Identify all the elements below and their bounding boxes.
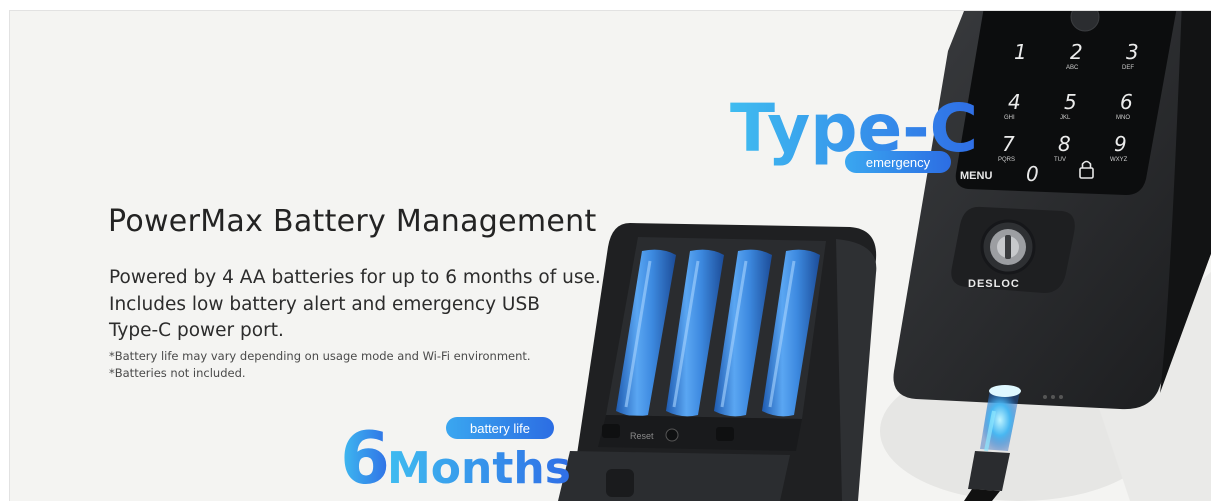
key-2[interactable]: 2 [1070,40,1083,64]
product-scene: Reset 1 2ABC3DEF4GHI5JKL6MNO7PQRS8TUV9WXY… [340,11,1211,501]
reset-label: Reset [630,431,654,441]
key-0[interactable]: 0 [1026,162,1039,186]
product-banner: Reset 1 2 ABC 3 DEF 4 GHI 5 JKL 6 MNO 7 PQRS 8 TUV 9 WXY… [9,10,1211,501]
key-letters: MNO [1116,115,1130,121]
months-callout: 6 Months battery life [340,416,571,500]
key-3[interactable]: 3 [1126,40,1139,64]
feature-description: Powered by 4 AA batteries for up to 6 mo… [109,265,601,345]
key-5[interactable]: 5 [1064,90,1077,114]
months-word: Months [387,443,571,494]
footnotes: *Battery life may vary depending on usag… [109,348,531,381]
key-letters: ABC [1066,65,1079,71]
key-letters: TUV [1054,157,1066,163]
key-letters: GHI [1004,115,1015,121]
description-line: Powered by 4 AA batteries for up to 6 mo… [109,267,601,288]
months-badge: battery life [470,421,530,436]
type-c-badge: emergency [866,155,931,170]
key-letters: PQRS [998,157,1015,163]
key-letters: WXYZ [1110,157,1128,163]
type-c-callout: Type-C emergency [730,90,978,173]
key-8[interactable]: 8 [1058,132,1071,156]
description-line: Includes low battery alert and emergency… [109,293,540,315]
battery-pack: Reset [558,223,877,501]
key-menu[interactable]: MENU [960,170,992,182]
key-letters: DEF [1122,65,1134,71]
keypad-lock: 1 2ABC 3DEF 4GHI 5JKL 6MNO 7PQRS 8TUV 9WXYZ MENU… [893,11,1211,410]
key-letters: JKL [1060,115,1071,121]
feature-heading: PowerMax Battery Management [108,204,597,239]
key-6[interactable]: 6 [1120,90,1133,114]
description-line: Type-C power port. [109,320,284,341]
key-1[interactable]: 1 [1014,40,1027,64]
footnote: *Battery life may vary depending on usag… [109,349,531,363]
brand-logo: DESLOC [968,278,1020,290]
key-4[interactable]: 4 [1008,90,1021,114]
key-9[interactable]: 9 [1114,132,1127,156]
months-number: 6 [340,416,390,500]
footnote: *Batteries not included. [109,365,246,380]
key-7[interactable]: 7 [1002,132,1015,156]
